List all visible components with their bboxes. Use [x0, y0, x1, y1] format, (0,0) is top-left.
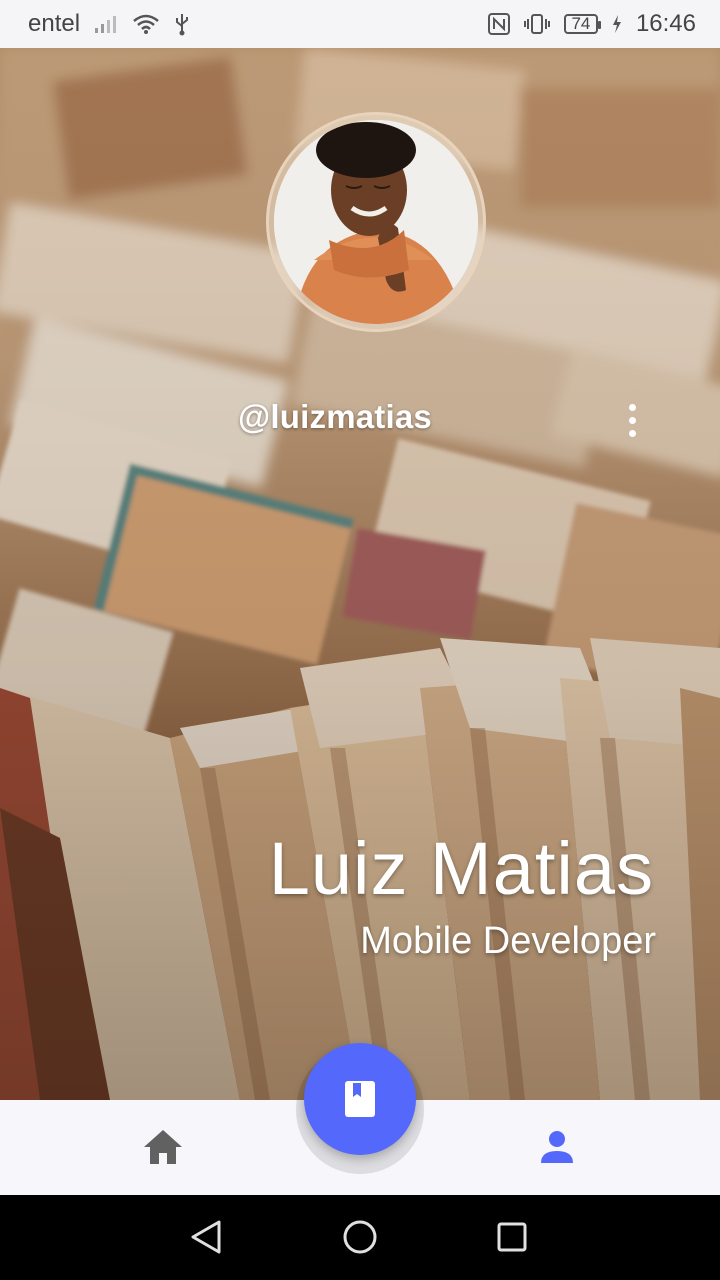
more-vert-icon[interactable] [612, 398, 652, 442]
avatar[interactable] [266, 112, 486, 332]
status-bar: entel 74 16:46 [0, 0, 720, 48]
avatar-photo [274, 120, 478, 324]
clock: 16:46 [635, 10, 696, 37]
wifi-icon [132, 13, 160, 35]
profile-role: Mobile Developer [360, 920, 656, 962]
person-icon [541, 1131, 573, 1163]
signal-icon [94, 14, 118, 34]
charging-icon [612, 14, 622, 34]
back-button[interactable] [186, 1217, 226, 1257]
fab-books-button[interactable] [304, 1043, 416, 1155]
carrier-label: entel [28, 10, 81, 37]
person-photo-illustration [274, 120, 478, 324]
book-icon [345, 1081, 375, 1117]
home-system-button[interactable] [340, 1217, 380, 1257]
home-icon [144, 1130, 182, 1164]
home-circle-icon [343, 1220, 377, 1254]
nav-home-button[interactable] [138, 1124, 188, 1170]
nav-profile-button[interactable] [532, 1124, 582, 1170]
vibrate-icon [523, 13, 550, 35]
nfc-icon [487, 13, 510, 35]
profile-name: Luiz Matias [268, 827, 654, 910]
usb-icon [174, 12, 190, 36]
battery-indicator: 74 [563, 14, 601, 34]
username: @luizmatias [238, 398, 432, 435]
system-navigation-bar [0, 1195, 720, 1280]
recents-square-icon [497, 1222, 527, 1252]
back-triangle-icon [191, 1220, 221, 1254]
recents-button[interactable] [492, 1217, 532, 1257]
